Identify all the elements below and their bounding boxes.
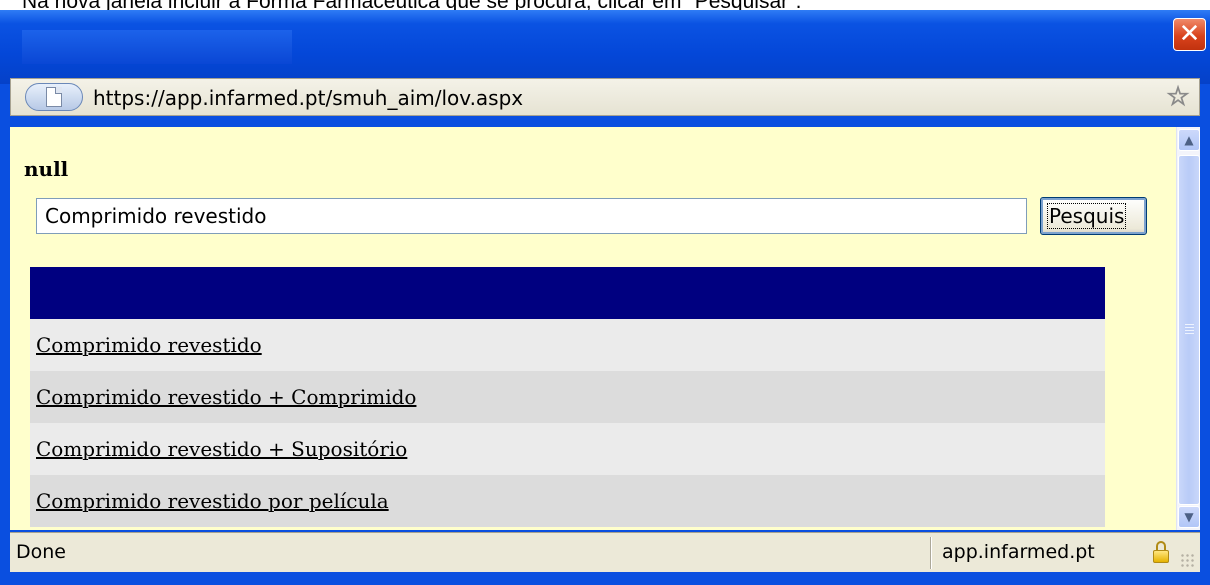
field-label: null [24, 157, 69, 181]
status-text: Done [16, 541, 66, 563]
address-bar: https://app.infarmed.pt/smuh_aim/lov.asp… [10, 78, 1200, 116]
page-icon [46, 87, 62, 107]
search-input[interactable] [36, 198, 1027, 234]
result-row: Comprimido revestido + Supositório [30, 423, 1105, 475]
chevron-down-icon[interactable]: ▼ [1178, 506, 1200, 528]
result-row: Comprimido revestido por película [30, 475, 1105, 527]
site-identity-button[interactable] [25, 83, 83, 111]
result-row: Comprimido revestido [30, 319, 1105, 371]
status-divider [930, 537, 932, 569]
vertical-scrollbar[interactable]: ▲ ▼ [1176, 127, 1200, 530]
status-domain: app.infarmed.pt [942, 541, 1095, 563]
result-link[interactable]: Comprimido revestido [36, 333, 262, 357]
scroll-grip [1185, 324, 1194, 336]
result-row: Comprimido revestido + Comprimido [30, 371, 1105, 423]
result-link[interactable]: Comprimido revestido + Supositório [36, 437, 407, 461]
status-bar: Done app.infarmed.pt [10, 532, 1200, 572]
scroll-thumb[interactable] [1178, 155, 1200, 505]
window-title [22, 30, 292, 64]
results-table: Comprimido revestido Comprimido revestid… [30, 267, 1105, 527]
results-header [30, 267, 1105, 319]
address-url: https://app.infarmed.pt/smuh_aim/lov.asp… [93, 86, 524, 110]
chevron-up-icon[interactable]: ▲ [1178, 129, 1200, 151]
close-button[interactable]: ✕ [1173, 18, 1206, 51]
title-bar[interactable]: ✕ [0, 10, 1210, 84]
result-link[interactable]: Comprimido revestido + Comprimido [36, 385, 416, 409]
star-icon[interactable]: ☆ [1163, 82, 1193, 113]
popup-window: ✕ https://app.infarmed.pt/smuh_aim/lov.a… [0, 10, 1210, 585]
result-link[interactable]: Comprimido revestido por película [36, 489, 389, 513]
instruction-caption: Na nova janela incluir a Forma Farmacêut… [0, 0, 1210, 10]
search-button[interactable]: Pesquis [1040, 197, 1147, 235]
close-icon: ✕ [1178, 19, 1201, 49]
search-button-label: Pesquis [1047, 203, 1127, 229]
page-content: null Pesquis Comprimido revestido Compri… [10, 127, 1176, 530]
resize-grip-icon[interactable] [1180, 553, 1194, 567]
lock-icon[interactable] [1153, 541, 1169, 563]
lock-body [1153, 550, 1169, 563]
